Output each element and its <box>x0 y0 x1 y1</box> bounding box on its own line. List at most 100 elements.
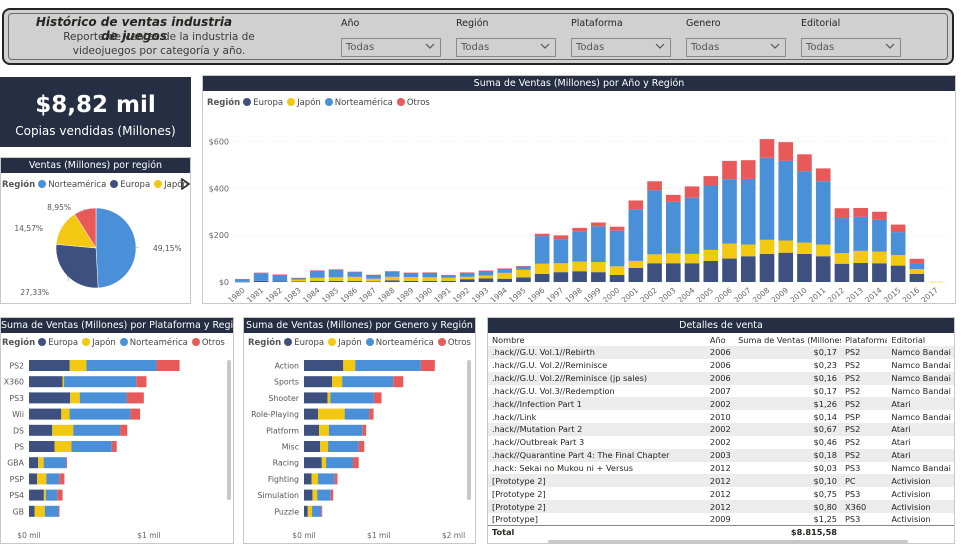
bar-segment[interactable] <box>29 473 38 485</box>
bar-segment[interactable] <box>310 270 325 278</box>
bar-segment[interactable] <box>347 271 363 273</box>
bar-segment[interactable] <box>321 505 323 517</box>
column-header-year[interactable]: Año <box>706 333 734 346</box>
bar-segment[interactable] <box>722 160 737 180</box>
bar-segment[interactable] <box>38 457 44 469</box>
bar-segment[interactable] <box>928 281 943 283</box>
bar-segment[interactable] <box>722 243 737 259</box>
bar-segment[interactable] <box>366 274 381 276</box>
bar-segment[interactable] <box>29 441 55 452</box>
bar-segment[interactable] <box>366 281 381 283</box>
bar-segment[interactable] <box>759 139 775 158</box>
column-header-publisher[interactable]: Editorial <box>887 333 954 346</box>
bar-segment[interactable] <box>441 274 456 276</box>
bar-segment[interactable] <box>73 424 121 436</box>
bar-segment[interactable] <box>343 360 356 371</box>
bar-segment[interactable] <box>62 376 65 388</box>
bar-segment[interactable] <box>759 239 775 254</box>
table-row[interactable]: .hack//G.U. Vol.1//Rebirth 2006 $0,17 PS2 Na… <box>488 346 954 359</box>
bar-segment[interactable] <box>358 441 365 452</box>
bar-segment[interactable] <box>328 269 344 278</box>
legend-item[interactable]: Japón <box>82 338 116 348</box>
filter-region-dropdown[interactable]: Todas <box>456 38 556 57</box>
table-row[interactable]: .hack//Infection Part 1 2002 $1,26 PS2 Atari <box>488 397 954 411</box>
legend-item[interactable]: Norteamérica <box>38 180 106 190</box>
bar-segment[interactable] <box>722 179 737 244</box>
filter-platform-dropdown[interactable]: Todas <box>571 38 671 57</box>
bar-segment[interactable] <box>553 272 569 282</box>
bar-segment[interactable] <box>909 258 925 264</box>
bar-segment[interactable] <box>46 473 60 485</box>
bar-segment[interactable] <box>43 489 46 501</box>
bar-segment[interactable] <box>235 279 250 282</box>
bar-segment[interactable] <box>64 376 137 388</box>
bar-segment[interactable] <box>684 186 700 198</box>
bar-segment[interactable] <box>572 271 587 282</box>
bar-segment[interactable] <box>890 265 906 282</box>
bar-segment[interactable] <box>703 176 719 186</box>
bar-segment[interactable] <box>366 274 381 279</box>
bar-segment[interactable] <box>422 272 438 278</box>
table-row[interactable]: .hack//G.U. Vol.3//Redemption 2007 $0,17 PS… <box>488 385 954 398</box>
bar-segment[interactable] <box>317 489 331 501</box>
table-row[interactable]: [Prototype 2] 2012 $0,75 PS3 Activision <box>488 487 954 500</box>
bar-segment[interactable] <box>441 280 456 282</box>
bar-segment[interactable] <box>572 261 587 272</box>
filter-year-dropdown[interactable]: Todas <box>341 38 441 57</box>
bar-segment[interactable] <box>872 263 887 282</box>
bar-segment[interactable] <box>43 457 67 469</box>
bar-segment[interactable] <box>516 277 531 282</box>
bar-segment[interactable] <box>321 457 327 469</box>
bar-segment[interactable] <box>304 392 328 404</box>
bar-segment[interactable] <box>69 408 131 420</box>
bar-segment[interactable] <box>759 253 775 282</box>
bar-segment[interactable] <box>797 242 812 254</box>
bar-segment[interactable] <box>304 424 320 436</box>
bar-segment[interactable] <box>347 281 363 282</box>
bar-segment[interactable] <box>29 424 53 436</box>
bar-segment[interactable] <box>330 392 374 404</box>
bar-segment[interactable] <box>328 424 363 436</box>
bar-segment[interactable] <box>534 263 550 274</box>
bar-segment[interactable] <box>872 219 887 252</box>
bar-segment[interactable] <box>459 279 475 282</box>
bar-segment[interactable] <box>344 408 370 420</box>
bar-segment[interactable] <box>759 157 775 240</box>
bar-segment[interactable] <box>609 230 625 267</box>
bar-segment[interactable] <box>516 269 531 278</box>
bar-segment[interactable] <box>666 253 681 264</box>
bar-segment[interactable] <box>684 263 700 282</box>
bar-segment[interactable] <box>304 489 313 501</box>
bar-segment[interactable] <box>778 160 794 241</box>
bar-segment[interactable] <box>403 277 419 281</box>
bar-segment[interactable] <box>628 200 644 210</box>
bar-segment[interactable] <box>516 266 531 270</box>
bar-segment[interactable] <box>342 376 394 388</box>
bar-segment[interactable] <box>54 441 72 452</box>
bar-segment[interactable] <box>328 280 344 282</box>
bar-segment[interactable] <box>740 244 756 257</box>
bar-segment[interactable] <box>459 272 475 273</box>
table-row[interactable]: [Prototype] 2009 $1,25 PS3 Activision <box>488 513 954 526</box>
platform-scrollbar[interactable] <box>227 360 231 500</box>
bar-segment[interactable] <box>326 457 353 469</box>
bar-segment[interactable] <box>797 171 812 243</box>
bar-segment[interactable] <box>516 266 531 267</box>
bar-segment[interactable] <box>318 408 345 420</box>
bar-segment[interactable] <box>319 424 329 436</box>
bar-segment[interactable] <box>111 441 117 452</box>
bar-segment[interactable] <box>609 266 625 275</box>
table-row[interactable]: .hack//G.U. Vol.2//Reminisce 2006 $0,23 PS2… <box>488 359 954 372</box>
bar-segment[interactable] <box>478 275 494 279</box>
bar-segment[interactable] <box>797 154 812 172</box>
bar-segment[interactable] <box>853 250 868 264</box>
bar-segment[interactable] <box>703 185 719 250</box>
bar-segment[interactable] <box>534 233 550 237</box>
legend-item[interactable]: Otros <box>437 338 471 348</box>
bar-segment[interactable] <box>572 231 587 262</box>
bar-segment[interactable] <box>666 201 681 254</box>
column-header-name[interactable]: Nombre <box>488 333 706 346</box>
bar-segment[interactable] <box>59 473 65 485</box>
bar-segment[interactable] <box>384 280 400 282</box>
bar-segment[interactable] <box>853 216 868 251</box>
